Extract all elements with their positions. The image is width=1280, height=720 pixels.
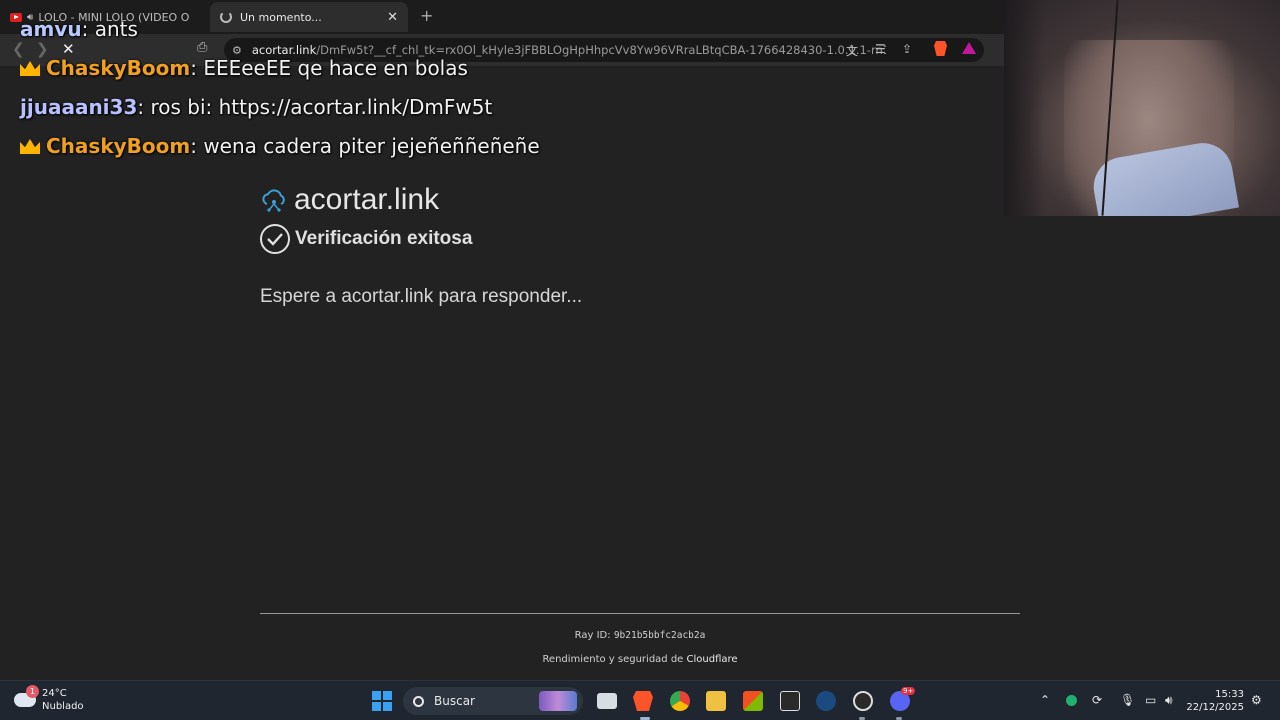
status-dot-icon[interactable] (1066, 695, 1077, 706)
browser-tabstrip: 🔊︎ LOLO - MINI LOLO (VIDEO OFICIA Un mom… (0, 0, 1004, 34)
chat-username: ChaskyBoom (46, 134, 191, 158)
chat-message: ChaskyBoom: EEEeeEE qe hace en bolas (20, 56, 468, 80)
brave-taskbar-icon[interactable] (633, 691, 653, 711)
chrome-icon[interactable] (670, 691, 690, 711)
chat-text: : ros bi: https://acortar.link/DmFw5t (137, 95, 493, 119)
network-icon[interactable]: ▭ (1145, 693, 1156, 707)
microsoft-store-icon[interactable] (743, 691, 763, 711)
cloud-icon: 1 (14, 685, 39, 707)
share-icon[interactable]: ⇪ (902, 42, 912, 56)
chat-username: amvu (20, 17, 82, 41)
webcam-shadow (1004, 0, 1044, 216)
performance-label: Rendimiento y seguridad de (542, 654, 687, 665)
chat-message: jjuaaani33: ros bi: https://acortar.link… (20, 95, 492, 119)
chat-text: : ants (81, 17, 138, 41)
windows-taskbar: 1 24°C Nublado Buscar 9+ ⌃ ⟳ 🎙︎ ▭ 🔊︎ 15:… (0, 680, 1280, 720)
epic-games-icon[interactable] (780, 691, 800, 711)
url-host: acortar.link (251, 43, 317, 57)
microphone-icon[interactable]: 🎙︎ (1120, 693, 1135, 707)
file-explorer-icon[interactable] (706, 691, 726, 711)
crown-icon (20, 61, 40, 76)
wait-message: Espere a acortar.link para responder... (260, 286, 583, 307)
crown-icon (20, 139, 40, 154)
weather-widget[interactable]: 1 24°C Nublado (14, 685, 84, 713)
chat-username: ChaskyBoom (46, 56, 191, 80)
weather-desc: Nublado (42, 701, 84, 712)
webcam-feed (1004, 0, 1280, 216)
tab-close-icon[interactable]: ✕ (387, 10, 398, 25)
sync-icon[interactable]: ⟳ (1092, 693, 1102, 707)
url-path: /DmFw5t?__cf_chl_tk=rx0Ol_kHyle3jFBBLOgH… (316, 43, 887, 57)
search-highlight-image (539, 691, 577, 711)
search-icon (413, 695, 424, 707)
obs-icon[interactable] (853, 691, 873, 711)
site-settings-icon[interactable]: ⚙ (232, 44, 242, 57)
chat-text: : wena cadera piter jejeñeññeñeñe (190, 134, 540, 158)
screen: 🔊︎ LOLO - MINI LOLO (VIDEO OFICIA Un mom… (0, 0, 1280, 720)
brave-shields-icon[interactable] (934, 41, 947, 56)
verification-status: Verificación exitosa (260, 224, 472, 254)
reader-mode-icon[interactable]: ☰ (875, 42, 886, 56)
chat-message: amvu: ants (20, 17, 138, 41)
loading-spinner-icon (220, 11, 232, 23)
ray-id-value: 9b21b5bbfc2acb2a (613, 630, 706, 641)
ray-id: Ray ID: 9b21b5bbfc2acb2a (260, 630, 1020, 641)
footer-divider (260, 613, 1020, 614)
translate-icon[interactable]: 文 (846, 42, 858, 59)
clock-time: 15:33 (1215, 689, 1244, 700)
chat-text: : EEEeeEE qe hace en bolas (190, 56, 468, 80)
volume-icon[interactable]: 🔊︎ (1165, 693, 1173, 708)
chat-message: ChaskyBoom: wena cadera piter jejeñeññeñ… (20, 134, 540, 158)
chat-username: jjuaaani33 (20, 95, 138, 119)
taskbar-search[interactable]: Buscar (403, 687, 583, 715)
clock[interactable]: 15:33 22/12/2025 (1184, 688, 1244, 714)
steam-icon[interactable] (816, 691, 836, 711)
performance-footer: Rendimiento y seguridad de Cloudflare (260, 654, 1020, 665)
cloud-network-icon (262, 189, 285, 212)
cloudflare-link[interactable]: Cloudflare (687, 654, 738, 665)
bookmark-icon[interactable]: ⎙ (197, 40, 207, 55)
chevron-up-icon[interactable]: ⌃ (1040, 693, 1050, 707)
task-view-icon[interactable] (597, 693, 617, 709)
new-tab-button[interactable]: + (420, 6, 433, 25)
search-placeholder: Buscar (434, 694, 475, 708)
brand-title: acortar.link (294, 183, 440, 216)
start-button[interactable] (372, 691, 392, 711)
notification-icon[interactable]: ⚙ (1251, 693, 1262, 707)
brave-rewards-icon[interactable] (962, 42, 976, 54)
ray-id-label: Ray ID: (574, 630, 614, 641)
tab-title: Un momento... (240, 10, 322, 24)
clock-date: 22/12/2025 (1186, 702, 1244, 713)
weather-badge: 1 (26, 685, 39, 698)
check-circle-icon (260, 224, 290, 254)
weather-temp: 24°C (42, 688, 67, 699)
discord-badge: 9+ (901, 687, 916, 695)
site-brand: acortar.link (260, 183, 439, 217)
tab-active[interactable]: Un momento... ✕ (210, 2, 408, 32)
verification-text: Verificación exitosa (295, 228, 473, 249)
